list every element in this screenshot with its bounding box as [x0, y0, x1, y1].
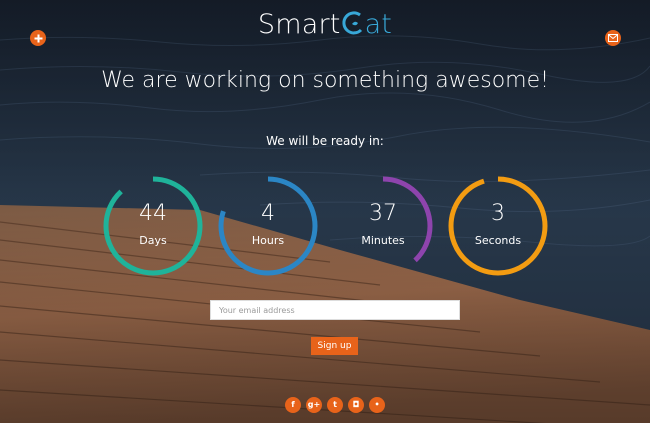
countdown-seconds-label: Seconds — [474, 234, 522, 247]
countdown-days-label: Days — [139, 234, 167, 247]
signup-button[interactable]: Sign up — [311, 337, 358, 355]
logo: Smart at — [0, 8, 650, 42]
countdown-hours-label: Hours — [251, 234, 285, 247]
instagram-icon[interactable]: ◘ — [348, 397, 364, 413]
google-plus-icon[interactable]: g+ — [306, 397, 322, 413]
countdown-days: 44 Days — [102, 175, 204, 277]
ready-in-label: We will be ready in: — [266, 134, 384, 148]
page: Smart at We are working on something awes… — [0, 0, 650, 423]
countdown-seconds-value: 3 — [491, 201, 505, 226]
countdown-minutes-value: 37 — [369, 201, 397, 226]
logo-text-main: Smart — [257, 9, 341, 40]
facebook-icon[interactable]: f — [285, 397, 301, 413]
countdown-seconds: 3 Seconds — [447, 175, 549, 277]
countdown-hours: 4 Hours — [217, 175, 319, 277]
page-headline: We are working on something awesome! — [101, 68, 549, 93]
countdown-minutes: 37 Minutes — [332, 175, 434, 277]
countdown-minutes-label: Minutes — [361, 234, 405, 247]
flickr-icon[interactable]: • — [369, 397, 385, 413]
email-input[interactable] — [210, 300, 460, 320]
twitter-icon[interactable]: t — [327, 397, 343, 413]
logo-text-tail: at — [364, 9, 393, 40]
cat-c-swirl-icon — [342, 11, 362, 35]
countdown-hours-value: 4 — [261, 201, 275, 226]
countdown-days-value: 44 — [139, 201, 167, 226]
background-photo — [0, 0, 650, 423]
